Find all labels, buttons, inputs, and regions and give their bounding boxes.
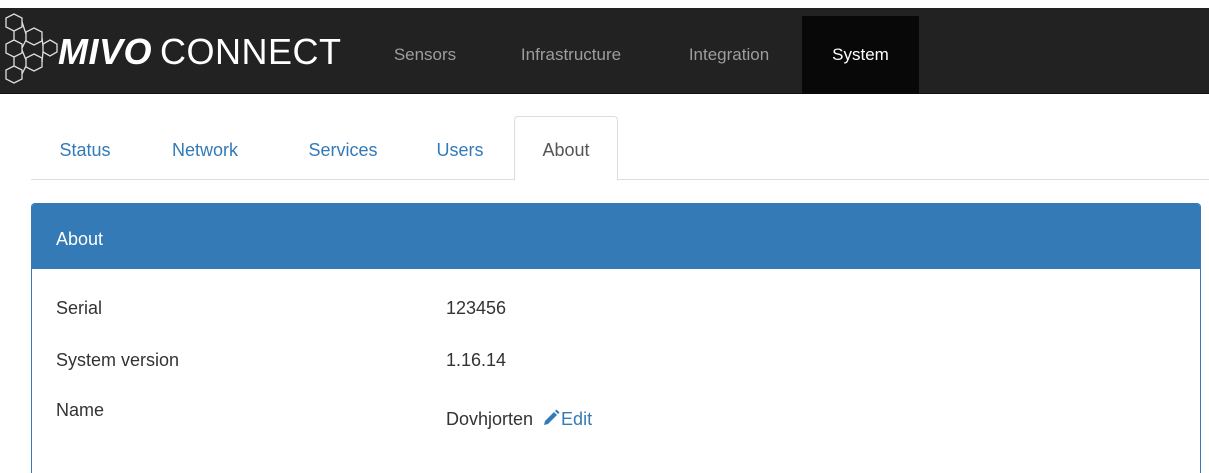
nav-infrastructure[interactable]: Infrastructure [492,16,650,94]
nav-integration[interactable]: Integration [662,16,796,94]
system-tabs: Status Network Services Users About [31,116,1209,181]
system-version-label: System version [56,350,180,370]
window-top-strip [0,0,1209,8]
serial-label: Serial [56,298,103,318]
panel-title: About [32,204,1200,269]
tab-network[interactable]: Network [155,116,255,180]
brand-name-bold: MIVO [58,31,153,72]
device-name-value: Dovhjorten [446,409,534,429]
name-value-group: Dovhjorten Edit [446,408,592,430]
network-cubes-icon [5,13,58,84]
info-row-serial: Serial 123456 [32,298,1200,328]
info-row-name: Name Dovhjorten Edit [32,400,1200,438]
nav-sensors[interactable]: Sensors [370,16,480,94]
info-row-system-version: System version 1.16.14 [32,350,1200,380]
top-navbar: MIVO CONNECT Sensors Infrastructure Integ… [0,8,1209,94]
edit-name-link[interactable]: Edit [537,409,592,429]
system-version-value: 1.16.14 [446,350,507,370]
brand-name-light: CONNECT [160,31,342,72]
tab-about[interactable]: About [514,116,618,181]
pencil-icon [544,409,560,425]
edit-label: Edit [561,409,593,429]
name-label: Name [56,400,105,420]
tab-services[interactable]: Services [289,116,397,180]
nav-system[interactable]: System [802,16,919,94]
about-panel: About Serial 123456 System version 1.16.… [31,203,1201,473]
serial-value: 123456 [446,298,507,318]
tab-users[interactable]: Users [425,116,495,180]
brand-wordmark: MIVO CONNECT [58,32,342,72]
tab-status[interactable]: Status [45,116,125,180]
